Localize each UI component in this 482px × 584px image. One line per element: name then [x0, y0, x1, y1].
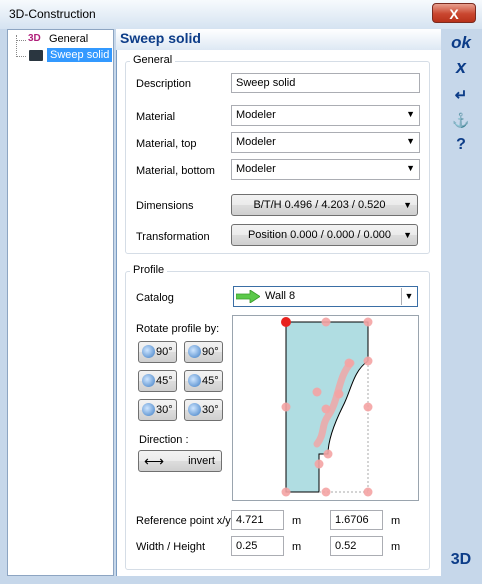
chevron-down-icon: ▼ — [403, 200, 412, 210]
rotate-cw-icon — [188, 403, 201, 416]
width-height-label: Width / Height — [136, 541, 206, 553]
general-legend: General — [130, 54, 176, 66]
invert-label: invert — [188, 455, 215, 467]
tree-item-label: Sweep solid — [47, 48, 113, 62]
enter-icon[interactable]: ↵ — [446, 86, 476, 104]
close-button[interactable]: X — [432, 3, 476, 23]
chevron-down-icon: ▼ — [406, 136, 415, 146]
profile-shape — [281, 317, 373, 497]
material-label: Material — [136, 111, 176, 123]
rotate-cw-icon — [188, 345, 201, 358]
rotate-cw-icon — [188, 374, 201, 387]
dimensions-value: B/T/H 0.496 / 4.203 / 0.520 — [253, 199, 386, 211]
help-button[interactable]: ? — [446, 136, 476, 154]
material-select[interactable]: Modeler ▼ — [231, 105, 420, 126]
direction-label: Direction : — [139, 434, 189, 446]
rotate-30-cw-button[interactable]: 30° — [184, 399, 223, 421]
rotate-90-cw-button[interactable]: 90° — [184, 341, 223, 363]
reference-y-input[interactable]: 1.6706 — [330, 510, 383, 530]
rotate-label: Rotate profile by: — [136, 323, 220, 335]
dimensions-button[interactable]: B/T/H 0.496 / 4.203 / 0.520 ▼ — [231, 194, 418, 216]
rotate-90-ccw-button[interactable]: 90° — [138, 341, 177, 363]
transformation-button[interactable]: Position 0.000 / 0.000 / 0.000 ▼ — [231, 224, 418, 246]
rotate-45-cw-button[interactable]: 45° — [184, 370, 223, 392]
material-top-select[interactable]: Modeler ▼ — [231, 132, 420, 153]
material-value: Modeler — [236, 109, 276, 121]
chevron-down-icon: ▼ — [406, 109, 415, 119]
profile-legend: Profile — [130, 264, 168, 276]
page-title: Sweep solid — [120, 30, 201, 46]
profile-preview[interactable] — [232, 315, 419, 501]
chevron-down-icon: ▼ — [403, 230, 412, 240]
sweep-solid-icon — [29, 50, 43, 61]
catalog-value: Wall 8 — [265, 290, 296, 302]
chevron-down-icon: ▼ — [401, 288, 416, 305]
material-top-value: Modeler — [236, 136, 276, 148]
arrow-right-icon — [235, 289, 261, 304]
tree-item-label: General — [49, 33, 89, 45]
rotate-ccw-icon — [142, 403, 155, 416]
window-title: 3D-Construction — [9, 7, 96, 21]
invert-button[interactable]: ⟷ invert — [138, 450, 222, 472]
unit-label: m — [292, 515, 302, 527]
unit-label: m — [292, 541, 302, 553]
width-input[interactable]: 0.25 — [231, 536, 284, 556]
material-top-label: Material, top — [136, 138, 197, 150]
transformation-label: Transformation — [136, 231, 210, 243]
close-icon: X — [449, 6, 459, 22]
material-bottom-label: Material, bottom — [136, 165, 215, 177]
unit-label: m — [391, 541, 401, 553]
chevron-down-icon: ▼ — [406, 163, 415, 173]
anchor-icon[interactable]: ⚓ — [446, 112, 476, 129]
unit-label: m — [391, 515, 401, 527]
cancel-button[interactable]: x — [446, 57, 476, 78]
material-bottom-select[interactable]: Modeler ▼ — [231, 159, 420, 180]
description-input[interactable]: Sweep solid — [231, 73, 420, 93]
description-label: Description — [136, 78, 192, 90]
ok-button[interactable]: ok — [446, 33, 476, 53]
catalog-select[interactable]: Wall 8 ▼ — [233, 286, 418, 307]
3d-logo-icon: 3D — [28, 33, 41, 44]
double-arrow-icon: ⟷ — [144, 453, 165, 469]
reference-x-input[interactable]: 4.721 — [231, 510, 284, 530]
material-bottom-value: Modeler — [236, 163, 276, 175]
rotate-ccw-icon — [142, 374, 155, 387]
transformation-value: Position 0.000 / 0.000 / 0.000 — [247, 229, 392, 241]
rotate-45-ccw-button[interactable]: 45° — [138, 370, 177, 392]
3d-logo: 3D — [450, 551, 472, 568]
rotate-ccw-icon — [142, 345, 155, 358]
height-input[interactable]: 0.52 — [330, 536, 383, 556]
rotate-30-ccw-button[interactable]: 30° — [138, 399, 177, 421]
catalog-label: Catalog — [136, 292, 174, 304]
dimensions-label: Dimensions — [136, 200, 194, 212]
tree-panel: 3D General Sweep solid — [7, 29, 114, 576]
reference-point-label: Reference point x/y — [136, 515, 231, 527]
